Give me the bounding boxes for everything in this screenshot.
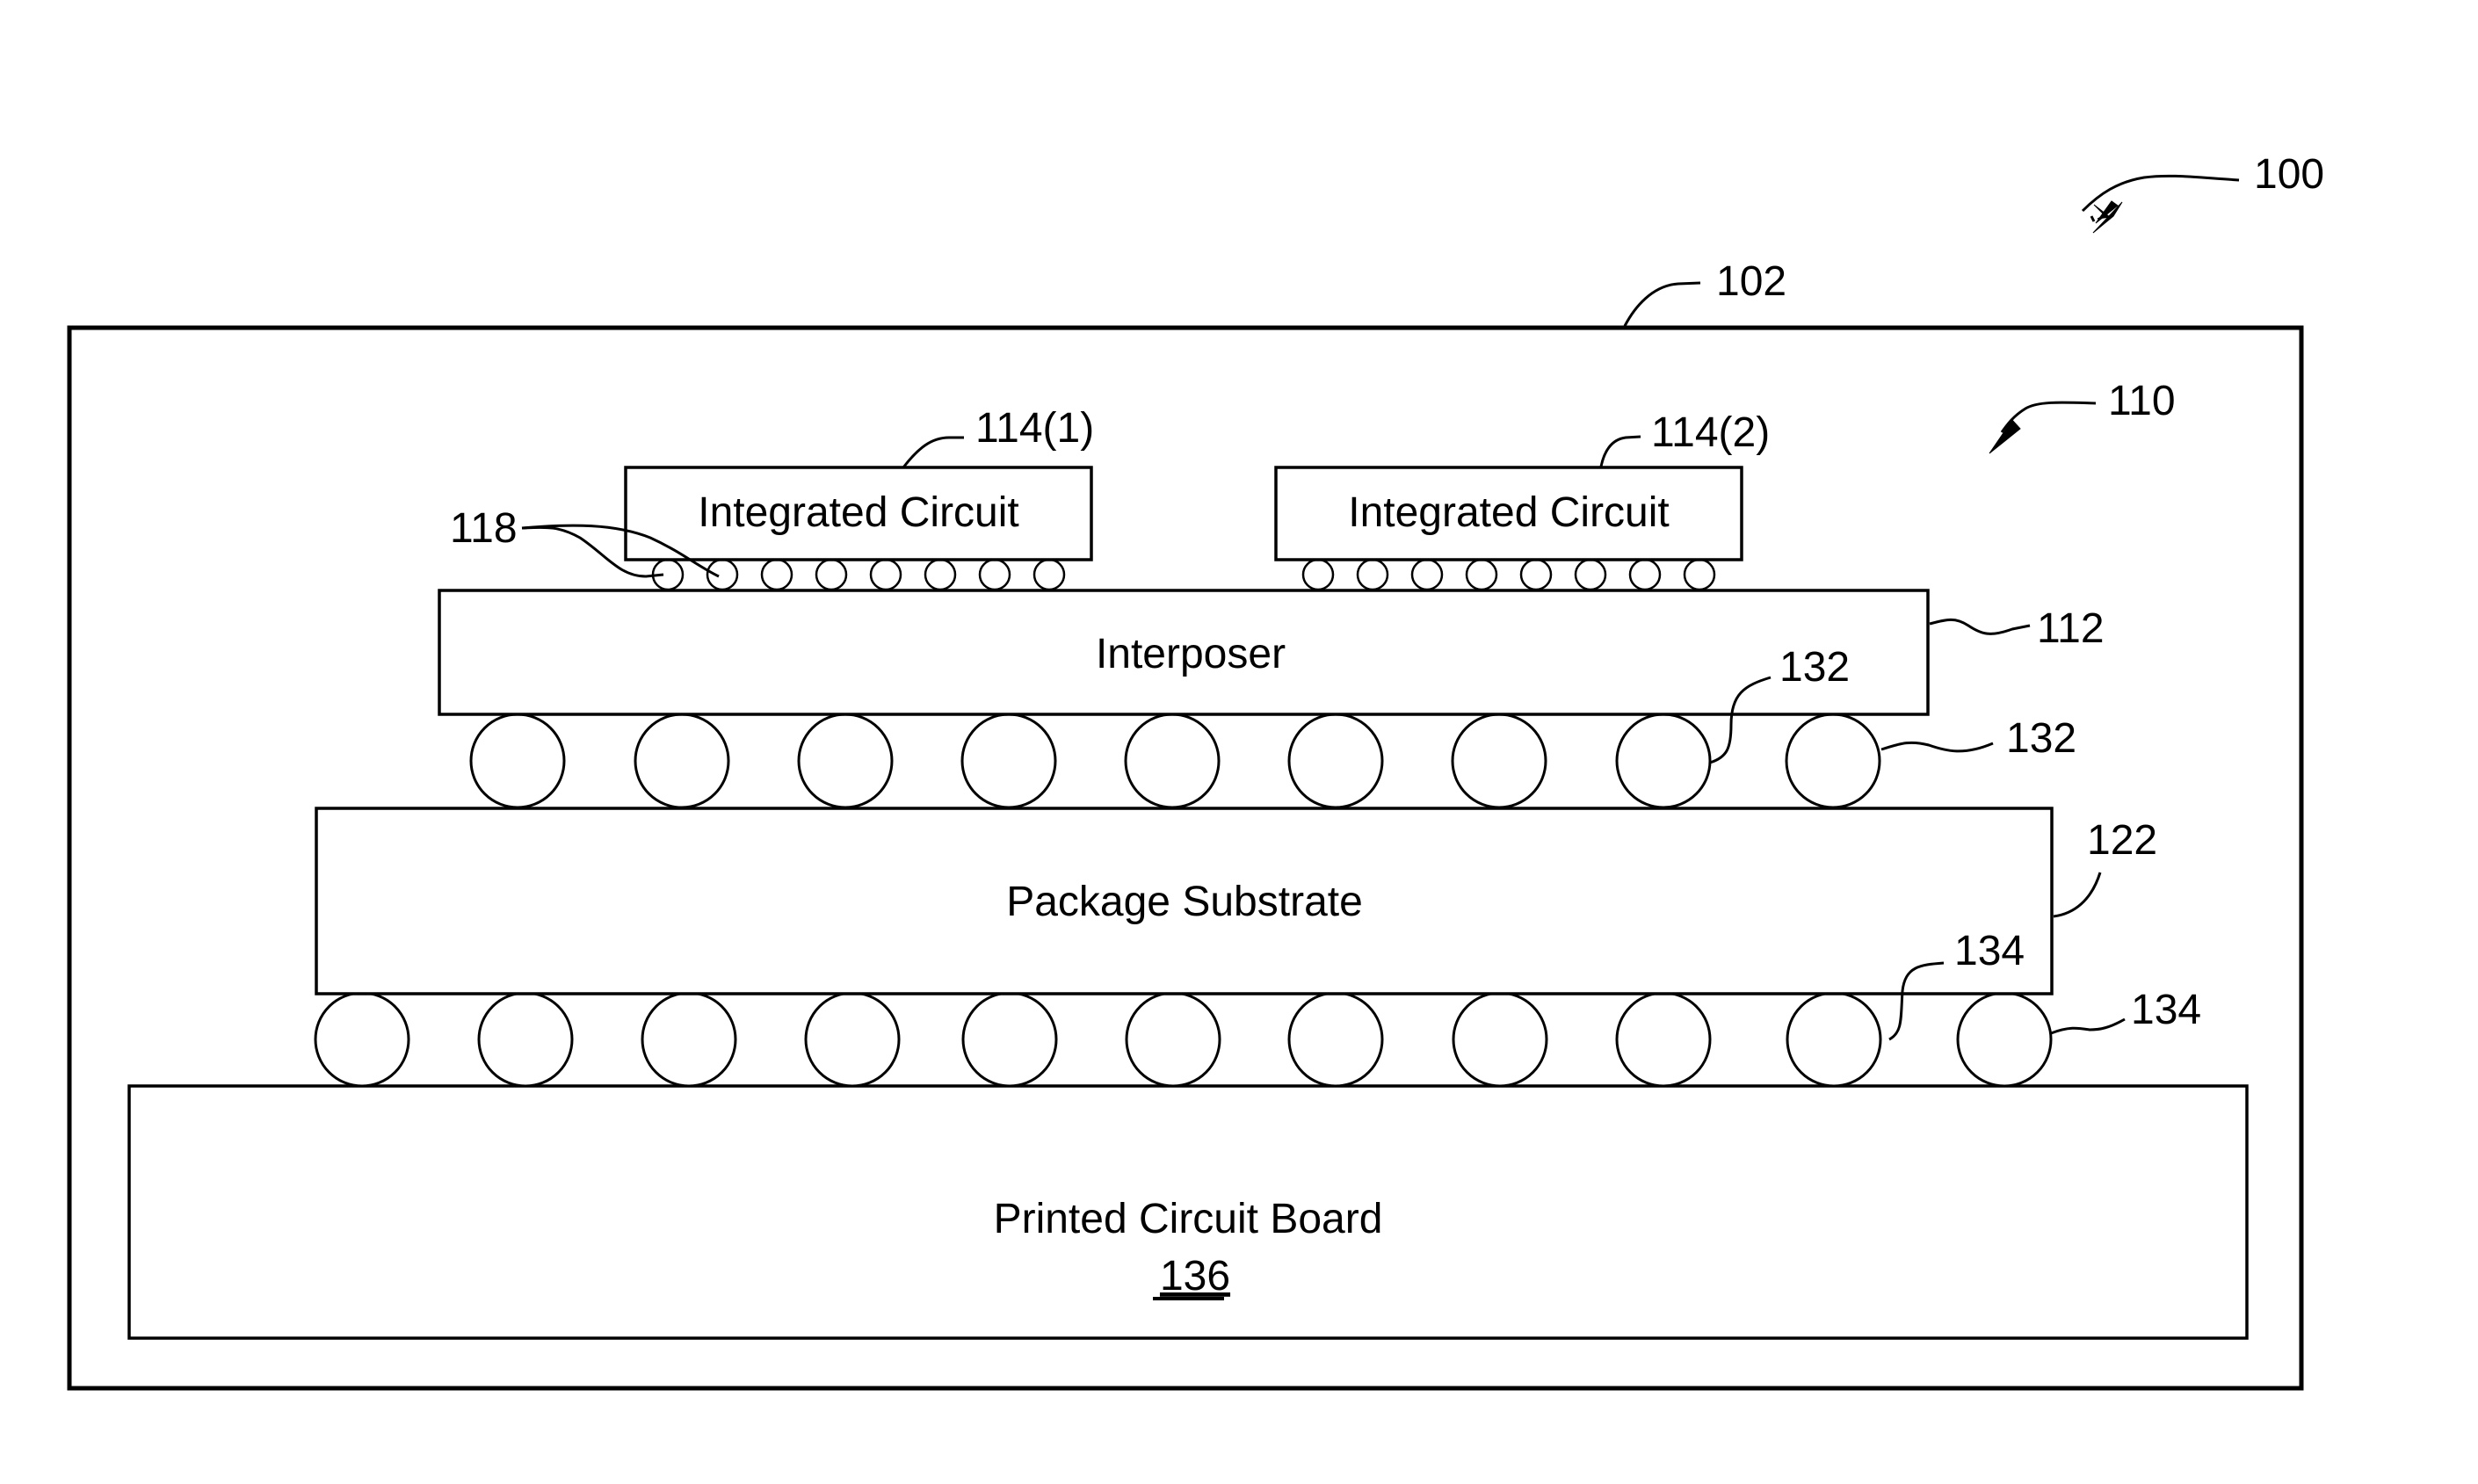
ic1-ref-label: 114(1): [975, 405, 1094, 452]
ic2-ref-label: 114(2): [1651, 409, 1770, 456]
substrate-ball-leader-outer: [2050, 1017, 2126, 1035]
interposer-solder-ball: [797, 713, 894, 809]
substrate-solder-ball: [1615, 991, 1712, 1088]
interposer-solder-ball: [1451, 713, 1547, 809]
substrate-solder-ball: [804, 991, 901, 1088]
interposer-solder-ball: [1124, 713, 1221, 809]
ic2-microbump: [1628, 558, 1662, 591]
substrate-solder-ball: [961, 991, 1058, 1088]
microbump-ref-label: 118: [450, 505, 518, 552]
interposer-ref-label: 112: [2037, 605, 2105, 652]
interposer-solder-ball: [1785, 713, 1881, 809]
ic1-label: Integrated Circuit: [698, 489, 1019, 536]
interposer-ball-ref-inner: 132: [1779, 644, 1850, 691]
ic1-microbump: [815, 558, 848, 591]
substrate-solder-ball: [641, 991, 737, 1088]
ic2-microbump: [1301, 558, 1335, 591]
ic2-ref-leader: [1599, 435, 1641, 467]
pcb-label: Printed Circuit Board: [994, 1196, 1383, 1242]
substrate-ball-ref-outer: 134: [2131, 987, 2201, 1033]
ic1-ref-leader: [902, 436, 964, 468]
ic1-microbump: [924, 558, 957, 591]
ic1-microbump: [706, 558, 739, 591]
ic2-microbump: [1410, 558, 1444, 591]
ic2-microbump: [1356, 558, 1389, 591]
ic2-microbump: [1683, 558, 1716, 591]
ic2-microbump: [1465, 558, 1498, 591]
interposer-solder-ball: [1287, 713, 1384, 809]
substrate-ref-label: 122: [2087, 817, 2157, 864]
ic1-microbump: [869, 558, 902, 591]
pcb-ref-label: 136: [1160, 1253, 1230, 1299]
substrate-ball-row: [314, 991, 2053, 1088]
ic2-bump-row: [1301, 558, 1716, 591]
interposer-solder-ball: [634, 713, 730, 809]
substrate-ball-ref-inner: 134: [1954, 928, 2025, 974]
enclosure-ref-label: 102: [1716, 258, 1786, 305]
ic1-microbump: [978, 558, 1011, 591]
substrate-ref-leader: [2053, 872, 2102, 918]
interposer-ball-leader-outer: [1880, 741, 1994, 753]
ic1-microbump: [760, 558, 793, 591]
interposer-solder-ball: [469, 713, 566, 809]
interposer-ball-ref-outer: 132: [2006, 715, 2076, 762]
substrate-solder-ball: [1287, 991, 1384, 1088]
ic1-microbump: [1032, 558, 1066, 591]
substrate-solder-ball: [477, 991, 574, 1088]
ic2-label: Integrated Circuit: [1348, 489, 1670, 536]
substrate-solder-ball: [1452, 991, 1548, 1088]
substrate-solder-ball: [1786, 991, 1882, 1088]
enclosure-leader: [1623, 281, 1701, 327]
system-ref-arrow: [2081, 174, 2240, 224]
package-ref-label: 110: [2108, 378, 2176, 424]
interposer-label: Interposer: [1096, 631, 1286, 677]
package-substrate-label: Package Substrate: [1006, 879, 1363, 925]
system-ref-label: 100: [2254, 151, 2324, 198]
substrate-solder-ball: [1956, 991, 2053, 1088]
ic2-microbump: [1519, 558, 1553, 591]
interposer-ball-row: [469, 713, 1881, 809]
package-ref-arrow-icon: [1989, 419, 2021, 454]
interposer-solder-ball: [960, 713, 1057, 809]
substrate-solder-ball: [1125, 991, 1221, 1088]
ic2-microbump: [1574, 558, 1607, 591]
substrate-solder-ball: [314, 991, 410, 1088]
package-diagram: 100 102 110 Printed Circuit Board 136 Pa…: [67, 151, 2324, 1391]
interposer-ref-leader: [1929, 618, 2031, 635]
interposer-solder-ball: [1615, 713, 1712, 809]
